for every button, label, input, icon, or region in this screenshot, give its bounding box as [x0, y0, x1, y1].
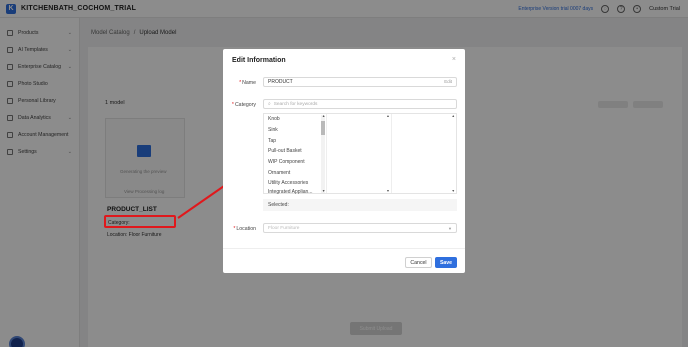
location-label: *Location: [233, 226, 256, 232]
name-value: PRODUCT: [268, 79, 293, 85]
location-select[interactable]: Floor Furniture ▼: [263, 223, 457, 233]
footer-divider: [223, 248, 465, 249]
cascader-column-1: Knob Sink Tap Pull-out Basket WIP Compon…: [264, 114, 328, 195]
category-option[interactable]: Utility Accessories: [264, 178, 326, 189]
category-option[interactable]: Ornament: [264, 167, 326, 178]
cascader-scrollbar[interactable]: [321, 115, 326, 193]
location-placeholder: Floor Furniture: [268, 225, 300, 231]
category-cascader: Knob Sink Tap Pull-out Basket WIP Compon…: [263, 113, 457, 195]
chevron-down-icon: ▼: [448, 225, 452, 231]
name-edit-link[interactable]: Edit: [444, 79, 452, 84]
category-option[interactable]: Integrated Applian...: [264, 189, 326, 195]
cascader-column-2: ▲ ▼: [327, 114, 392, 193]
close-icon[interactable]: ×: [452, 56, 456, 63]
scroll-down-icon[interactable]: ▼: [386, 189, 389, 193]
annotation-highlight-box: [104, 215, 176, 228]
category-label: *Category: [231, 102, 256, 108]
scroll-up-icon[interactable]: ▲: [322, 114, 325, 118]
scroll-up-icon[interactable]: ▲: [452, 114, 455, 118]
search-placeholder: Search for keywords: [273, 101, 318, 107]
selected-categories: Selected:: [263, 199, 457, 211]
category-option[interactable]: Pull-out Basket: [264, 146, 326, 157]
cascader-column-3: ▲ ▼: [392, 114, 456, 193]
category-option[interactable]: Tap: [264, 135, 326, 146]
category-option[interactable]: Sink: [264, 125, 326, 136]
category-option[interactable]: Knob: [264, 114, 326, 125]
save-button[interactable]: Save: [435, 257, 457, 268]
cancel-button[interactable]: Cancel: [405, 257, 432, 268]
scroll-down-icon[interactable]: ▼: [322, 189, 325, 193]
search-icon: ⌕: [268, 102, 271, 107]
category-option[interactable]: WIP Component: [264, 157, 326, 168]
edit-information-dialog: Edit Information × *Name PRODUCT Edit *C…: [223, 49, 465, 273]
name-label: *Name: [239, 80, 256, 86]
category-search-input[interactable]: ⌕ Search for keywords: [263, 99, 457, 109]
scroll-down-icon[interactable]: ▼: [452, 189, 455, 193]
dialog-title: Edit Information: [232, 57, 286, 64]
scrollbar-thumb[interactable]: [321, 121, 326, 135]
name-input[interactable]: PRODUCT Edit: [263, 77, 457, 87]
scroll-up-icon[interactable]: ▲: [386, 114, 389, 118]
